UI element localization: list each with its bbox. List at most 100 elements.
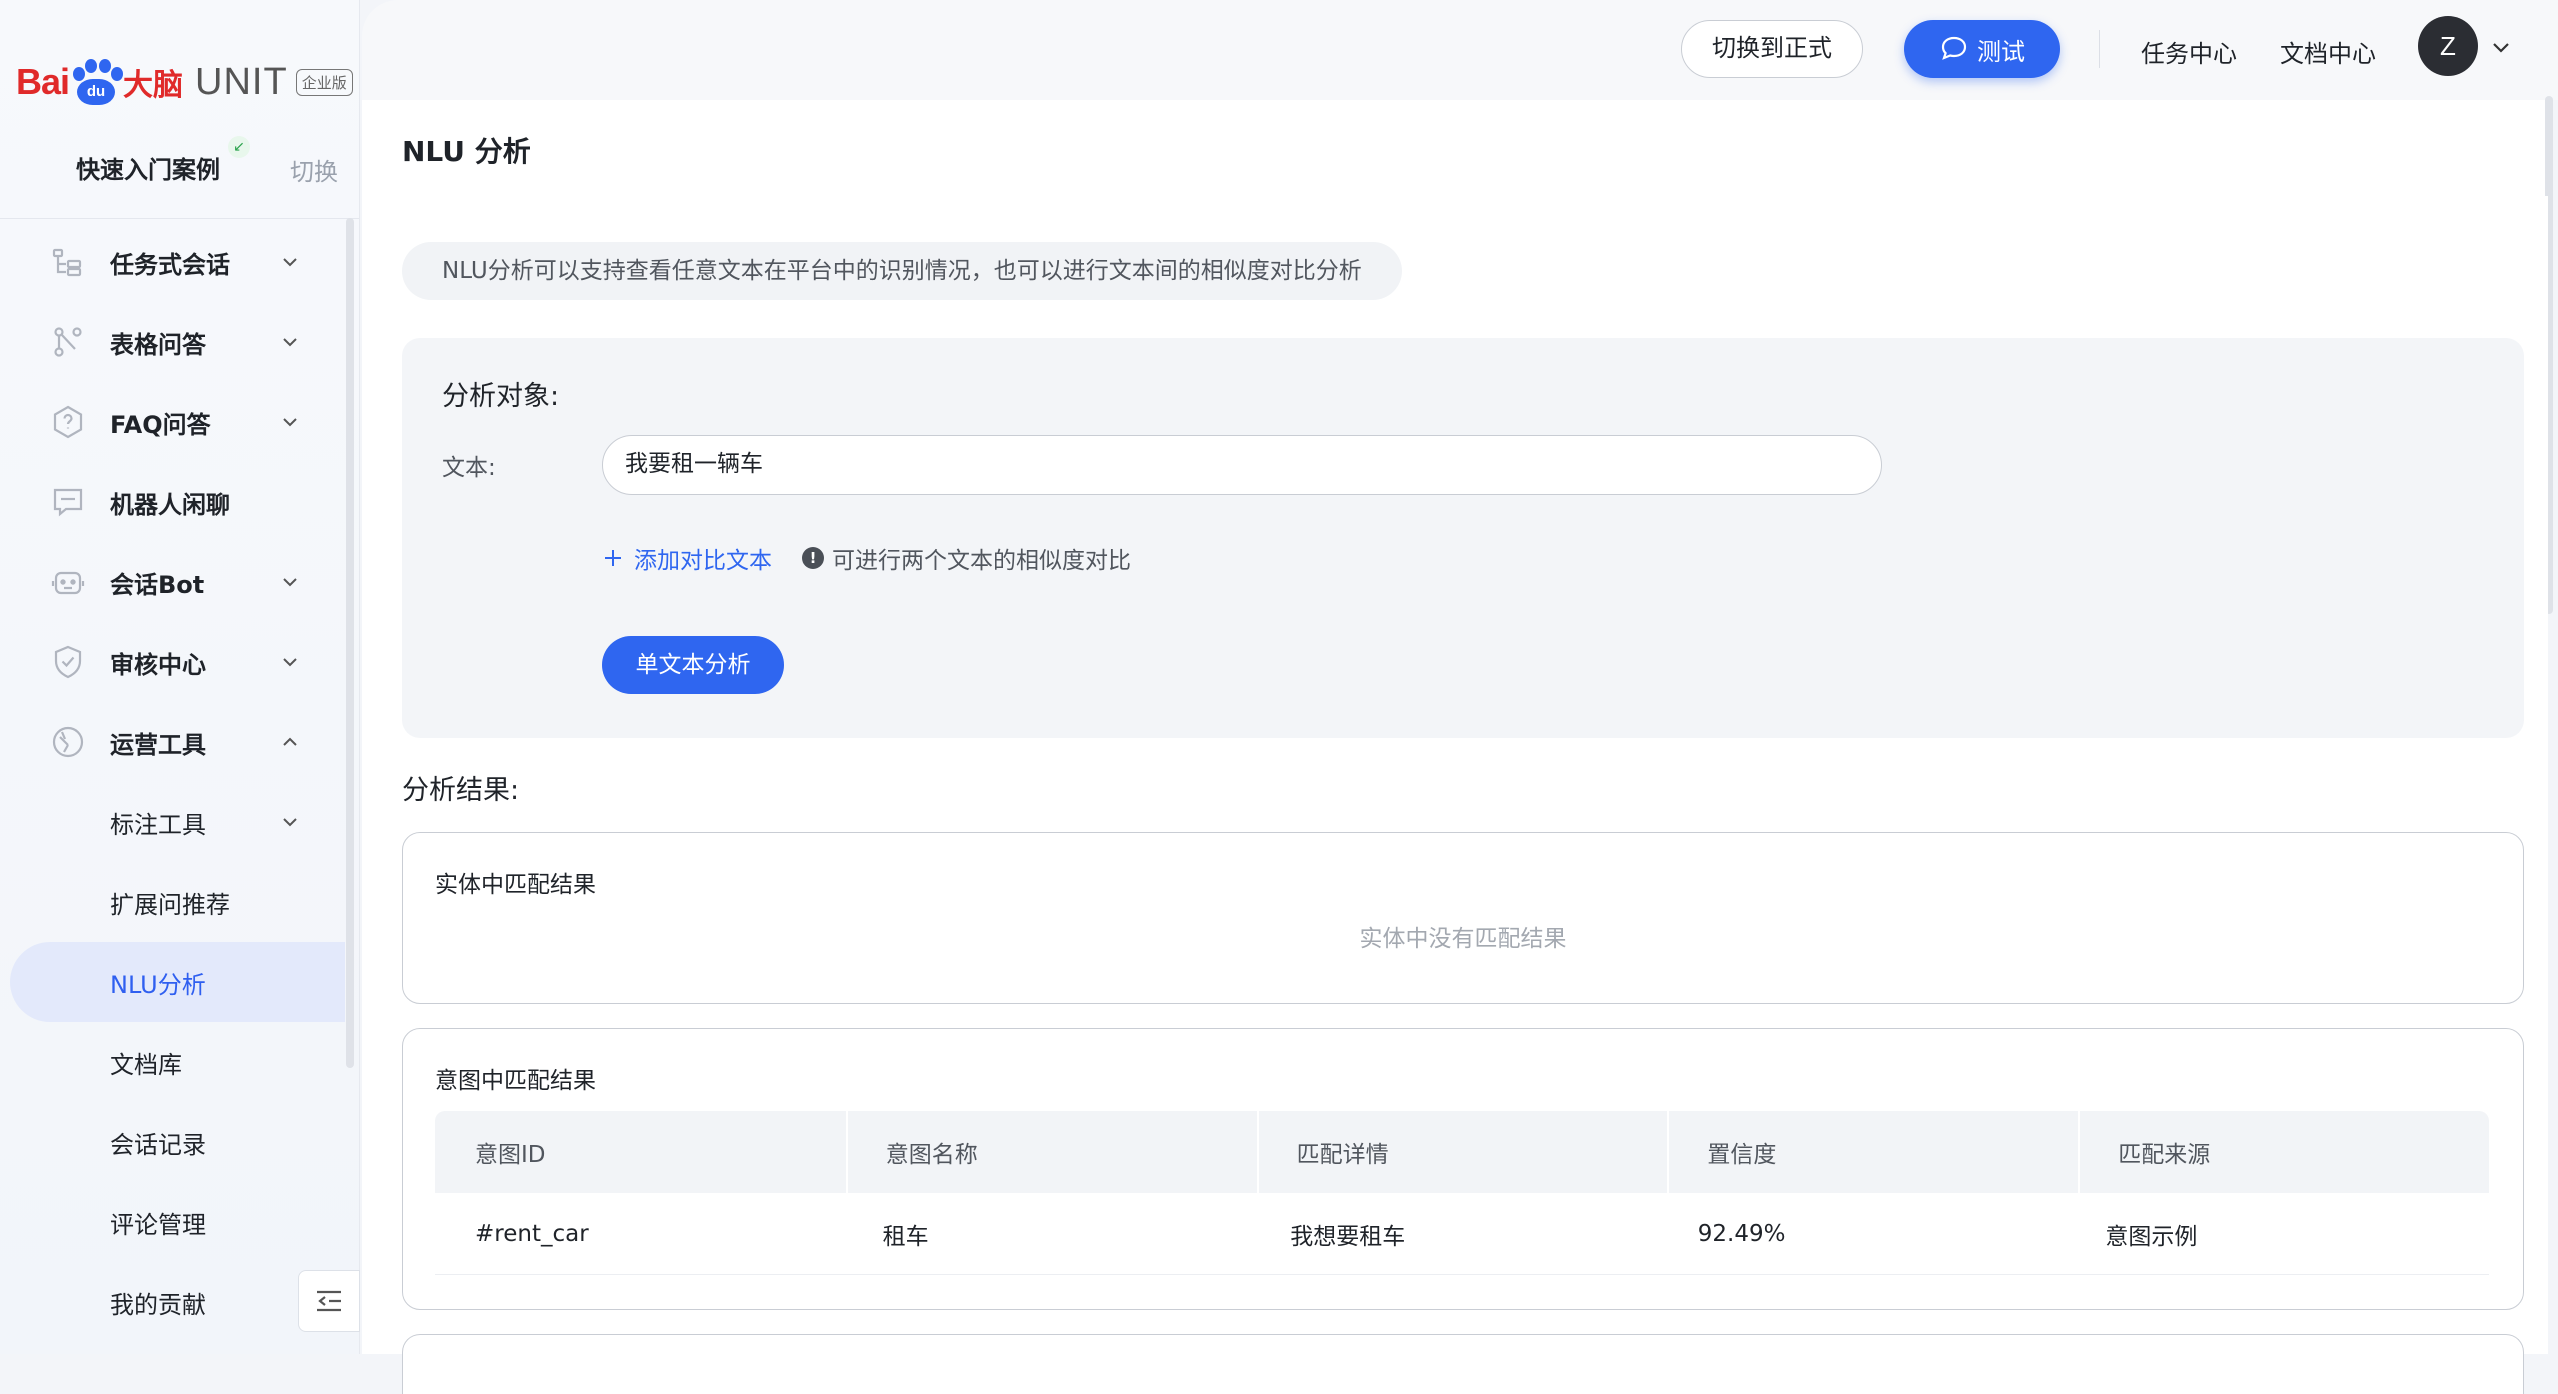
chevron-down-icon (283, 658, 297, 667)
compare-hint: ! 可进行两个文本的相似度对比 (802, 541, 1131, 575)
plus-icon (605, 550, 621, 566)
sidebar-subitem-label: 标注工具 (110, 810, 206, 839)
analysis-target-title: 分析对象: (442, 381, 560, 412)
logo-brain-text: 大脑 (123, 68, 184, 103)
baidu-unit-logo[interactable]: Bai du 大脑 UNIT 企业版 (16, 52, 353, 112)
sidebar-subitem-label: NLU分析 (110, 970, 206, 999)
intent-match-card: 意图中匹配结果 意图ID 意图名称 匹配详情 置信度 匹配来源 #rent_ca… (402, 1028, 2524, 1310)
header-separator (2099, 30, 2100, 68)
table-cell: 92.49% (1697, 1220, 1786, 1247)
chevron-down-icon (283, 338, 297, 347)
table-cell: 租车 (882, 1223, 929, 1250)
sidebar-subitem-label: 文档库 (110, 1050, 182, 1079)
chevron-down-icon (283, 578, 297, 587)
sidebar-item-label: FAQ问答 (110, 410, 211, 439)
sidebar-subitem-comments[interactable]: 评论管理 (0, 1182, 345, 1262)
logo-unit-text: UNIT (195, 60, 288, 103)
sidebar-item-label: 任务式会话 (110, 250, 230, 279)
collapse-sidebar-button[interactable] (298, 1270, 360, 1332)
entity-empty-text: 实体中没有匹配结果 (1359, 926, 1567, 952)
sidebar-item-review[interactable]: 审核中心 (0, 622, 360, 702)
column-header: 匹配详情 (1256, 1111, 1668, 1193)
sidebar-subitem-contribution[interactable]: 我的贡献 (0, 1262, 345, 1342)
chevron-down-icon (283, 418, 297, 427)
switch-to-formal-button[interactable]: 切换到正式 (1681, 20, 1863, 78)
compare-hint-text: 可进行两个文本的相似度对比 (832, 548, 1131, 574)
info-icon: ! (802, 547, 824, 569)
chat-icon (53, 488, 83, 517)
bot-icon (51, 571, 85, 595)
user-avatar[interactable]: Z (2418, 16, 2478, 76)
table-cell: 意图示例 (2105, 1223, 2198, 1250)
sidebar-item-task-dialog[interactable]: 任务式会话 (0, 222, 360, 302)
chat-bubble-icon (1941, 36, 1967, 60)
sidebar-item-label: 审核中心 (110, 650, 206, 679)
sidebar-item-label: 会话Bot (110, 570, 205, 599)
single-text-analysis-button[interactable]: 单文本分析 (602, 636, 784, 694)
next-result-card (402, 1334, 2524, 1394)
shield-icon (54, 645, 82, 679)
column-header: 匹配来源 (2078, 1111, 2489, 1193)
tools-icon (52, 726, 84, 758)
logo-du-text: du (77, 79, 116, 105)
sidebar-subitem-label: 评论管理 (110, 1210, 206, 1239)
info-tip: NLU分析可以支持查看任意文本在平台中的识别情况，也可以进行文本间的相似度对比分… (402, 242, 1402, 300)
page-title-bar: NLU 分析 (362, 100, 2548, 196)
edition-badge: 企业版 (295, 68, 353, 96)
sidebar-subitem-nlu-analysis[interactable]: NLU分析 (10, 942, 345, 1022)
table-cell: 我想要租车 (1290, 1223, 1406, 1250)
chevron-down-icon (283, 258, 297, 267)
sidebar-divider (0, 218, 359, 219)
intent-card-title: 意图中匹配结果 (435, 1068, 596, 1094)
collapse-menu-icon (317, 1290, 341, 1312)
chevron-down-icon[interactable] (2490, 36, 2512, 58)
analysis-target-panel: 分析对象: 文本: 我要租一辆车 添加对比文本 ! 可进行两个文本的相似度对比 … (402, 338, 2524, 738)
doc-center-link[interactable]: 文档中心 (2280, 34, 2376, 69)
faq-icon (53, 405, 83, 439)
sidebar-item-table-qa[interactable]: 表格问答 (0, 302, 360, 382)
sidebar-subitem-doc-library[interactable]: 文档库 (0, 1022, 345, 1102)
sidebar-item-bot[interactable]: 会话Bot (0, 542, 360, 622)
add-compare-text-button[interactable]: 添加对比文本 (602, 541, 772, 575)
table-row: #rent_car 租车 我想要租车 92.49% 意图示例 (435, 1193, 2489, 1275)
sidebar-subitem-annotation[interactable]: 标注工具 (0, 782, 345, 862)
page-title: NLU 分析 (402, 135, 531, 168)
main-content: NLU分析可以支持查看任意文本在平台中的识别情况，也可以进行文本间的相似度对比分… (362, 196, 2548, 1394)
sidebar-item-ops-tools[interactable]: 运营工具 (0, 702, 360, 782)
sidebar-item-label: 机器人闲聊 (110, 490, 230, 519)
test-button[interactable]: 测试 (1904, 20, 2060, 78)
task-dialog-icon (52, 248, 82, 277)
intent-table: 意图ID 意图名称 匹配详情 置信度 匹配来源 #rent_car 租车 我想要… (435, 1111, 2489, 1275)
sidebar-item-label: 表格问答 (110, 330, 206, 359)
table-cell: #rent_car (475, 1220, 589, 1247)
text-label: 文本: (442, 455, 496, 481)
sidebar-item-label: 运营工具 (110, 730, 206, 759)
test-button-label: 测试 (1977, 37, 2025, 66)
collapse-arrows-icon: ↙ (228, 136, 250, 158)
analysis-result-title: 分析结果: (402, 775, 520, 806)
sidebar-subitem-expand-question[interactable]: 扩展问推荐 (0, 862, 345, 942)
entity-match-card: 实体中匹配结果 实体中没有匹配结果 (402, 832, 2524, 1004)
sidebar-subitem-session-log[interactable]: 会话记录 (0, 1102, 345, 1182)
quick-start-case-label[interactable]: 快速入门案例 (76, 150, 220, 185)
sidebar-item-chitchat[interactable]: 机器人闲聊 (0, 462, 360, 542)
column-header: 意图ID (475, 1142, 546, 1168)
task-center-link[interactable]: 任务中心 (2141, 34, 2237, 69)
sidebar-subitem-label: 扩展问推荐 (110, 890, 230, 919)
add-compare-text-label: 添加对比文本 (634, 548, 772, 574)
chevron-up-icon (283, 737, 297, 746)
sidebar-subitem-label: 我的贡献 (110, 1290, 206, 1319)
entity-card-title: 实体中匹配结果 (435, 872, 596, 898)
column-header: 置信度 (1667, 1111, 2078, 1193)
table-qa-icon (54, 327, 82, 357)
sidebar: Bai du 大脑 UNIT 企业版 快速入门案例 ↙ 切换 任务式会话 表格问… (0, 0, 360, 1354)
baidu-paw-icon: du (69, 59, 124, 105)
sidebar-scrollbar[interactable] (346, 218, 354, 1068)
chevron-down-icon (283, 818, 297, 827)
switch-link[interactable]: 切换 (290, 152, 338, 187)
logo-bai-text: Bai (16, 61, 70, 102)
sidebar-subitem-label: 会话记录 (110, 1130, 206, 1159)
column-header: 意图名称 (845, 1111, 1257, 1193)
sidebar-item-faq[interactable]: FAQ问答 (0, 382, 360, 462)
text-input[interactable]: 我要租一辆车 (602, 435, 1882, 495)
